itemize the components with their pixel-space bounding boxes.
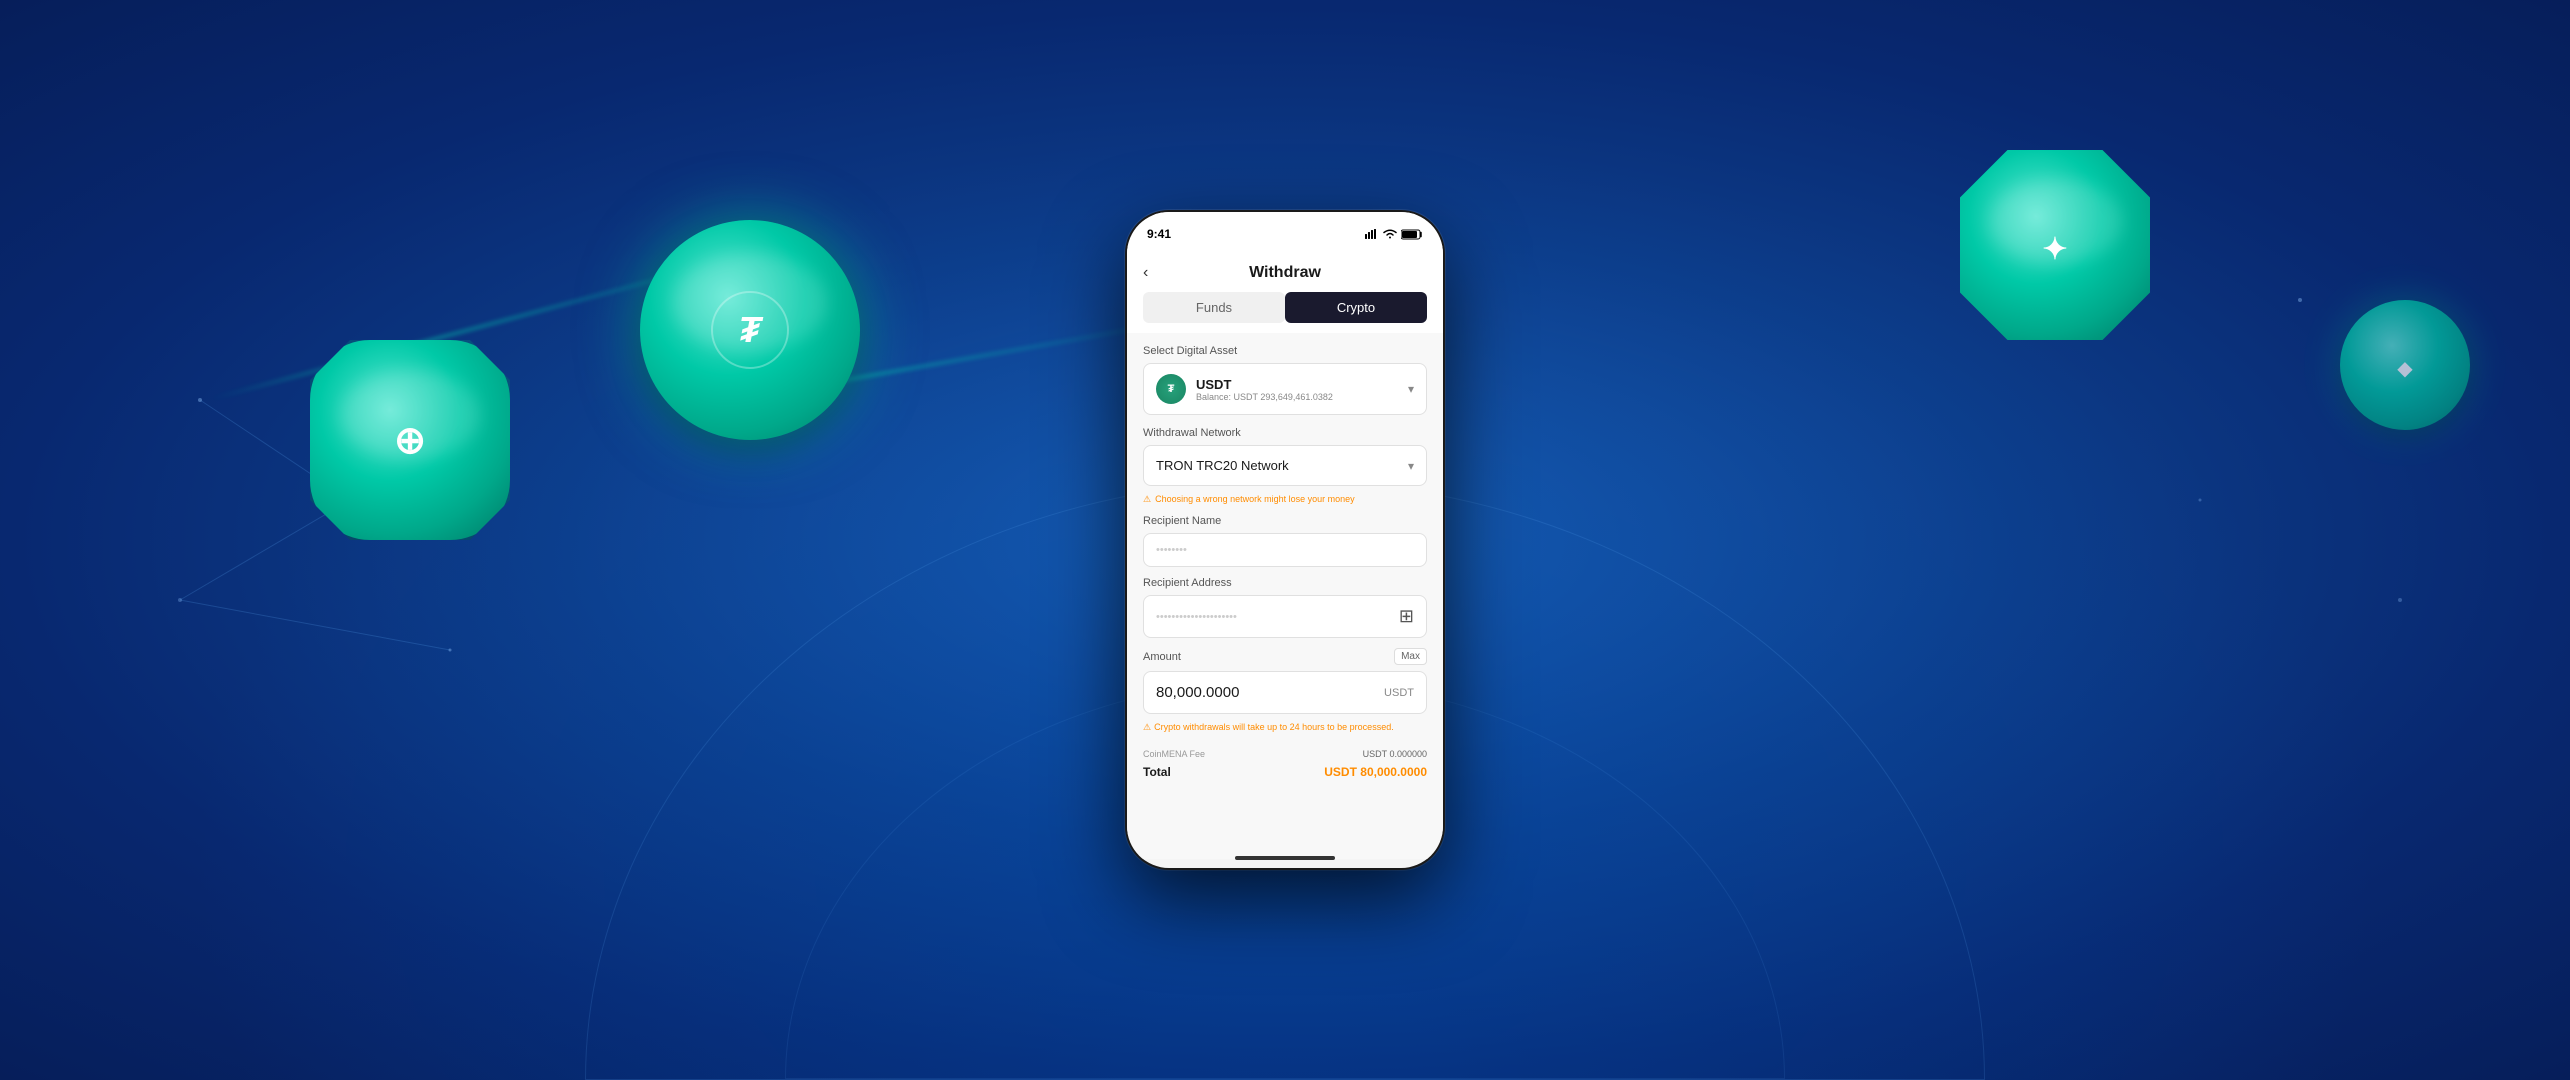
svg-text:⊕: ⊕ — [394, 420, 426, 462]
amount-value: 80,000.0000 — [1156, 684, 1239, 701]
fee-row: CoinMENA Fee USDT 0.000000 — [1143, 749, 1427, 759]
recipient-name-group: Recipient Name •••••••• — [1143, 515, 1427, 567]
amount-currency: USDT — [1384, 687, 1414, 699]
asset-selector[interactable]: ₮ USDT Balance: USDT 293,649,461.0382 ▾ — [1143, 363, 1427, 415]
asset-name: USDT — [1196, 377, 1333, 392]
tab-funds[interactable]: Funds — [1143, 292, 1285, 323]
amount-label: Amount — [1143, 651, 1181, 663]
amount-label-row: Amount Max — [1143, 648, 1427, 665]
svg-text:◆: ◆ — [2397, 358, 2413, 380]
right-top-coin: ✦ — [1960, 150, 2150, 340]
status-time: 9:41 — [1147, 227, 1171, 241]
recipient-address-input[interactable]: ••••••••••••••••••••• ⊞ — [1143, 595, 1427, 638]
network-name: TRON TRC20 Network — [1156, 458, 1289, 473]
status-bar: 9:41 — [1127, 212, 1443, 256]
app-title: Withdraw — [1249, 264, 1321, 282]
withdrawal-network-label: Withdrawal Network — [1143, 427, 1427, 439]
recipient-name-label: Recipient Name — [1143, 515, 1427, 527]
status-icons — [1365, 229, 1423, 240]
fee-label: CoinMENA Fee — [1143, 749, 1205, 759]
phone-screen: 9:41 — [1127, 212, 1443, 868]
fee-value: USDT 0.000000 — [1363, 749, 1427, 759]
chevron-down-icon: ▾ — [1408, 382, 1414, 396]
recipient-address-group: Recipient Address ••••••••••••••••••••• … — [1143, 577, 1427, 638]
svg-text:₮: ₮ — [739, 309, 764, 350]
asset-info: USDT Balance: USDT 293,649,461.0382 — [1196, 377, 1333, 402]
amount-input[interactable]: 80,000.0000 USDT — [1143, 671, 1427, 714]
max-button[interactable]: Max — [1394, 648, 1427, 665]
asset-balance: Balance: USDT 293,649,461.0382 — [1196, 392, 1333, 402]
network-chevron-icon: ▾ — [1408, 459, 1414, 473]
app-content: Select Digital Asset ₮ USDT Balance: USD… — [1127, 333, 1443, 859]
h-logo-coin: ⊕ — [310, 340, 510, 540]
back-button[interactable]: ‹ — [1143, 264, 1148, 282]
crypto-warning: ⚠ Crypto withdrawals will take up to 24 … — [1143, 722, 1427, 733]
total-row: Total USDT 80,000.0000 — [1143, 765, 1427, 779]
phone-device: 9:41 — [1125, 210, 1445, 870]
qr-code-icon[interactable]: ⊞ — [1399, 606, 1414, 627]
network-warning: ⚠ Choosing a wrong network might lose yo… — [1143, 494, 1427, 505]
svg-text:✦: ✦ — [2042, 233, 2067, 266]
amount-section: Amount Max 80,000.0000 USDT — [1143, 648, 1427, 714]
fee-section: CoinMENA Fee USDT 0.000000 Total USDT 80… — [1143, 743, 1427, 785]
home-indicator — [1235, 856, 1335, 860]
network-selector[interactable]: TRON TRC20 Network ▾ — [1143, 445, 1427, 486]
app-header: ‹ Withdraw — [1127, 256, 1443, 282]
asset-selector-left: ₮ USDT Balance: USDT 293,649,461.0382 — [1156, 374, 1333, 404]
select-asset-label: Select Digital Asset — [1143, 345, 1427, 357]
signal-icon — [1365, 229, 1379, 239]
phone-wrapper: 9:41 — [1125, 210, 1445, 870]
total-label: Total — [1143, 765, 1171, 779]
recipient-address-label: Recipient Address — [1143, 577, 1427, 589]
usdt-icon: ₮ — [1156, 374, 1186, 404]
recipient-name-input[interactable]: •••••••• — [1143, 533, 1427, 567]
wifi-icon — [1383, 229, 1397, 239]
battery-icon — [1401, 229, 1423, 240]
total-value: USDT 80,000.0000 — [1324, 765, 1427, 779]
tether-coin-large: ₮ — [640, 220, 860, 440]
crypto-warning-icon: ⚠ — [1143, 722, 1151, 733]
warning-icon: ⚠ — [1143, 494, 1151, 505]
tab-bar: Funds Crypto — [1127, 282, 1443, 333]
far-right-coin: ◆ — [2340, 300, 2470, 430]
tab-crypto[interactable]: Crypto — [1285, 292, 1427, 323]
